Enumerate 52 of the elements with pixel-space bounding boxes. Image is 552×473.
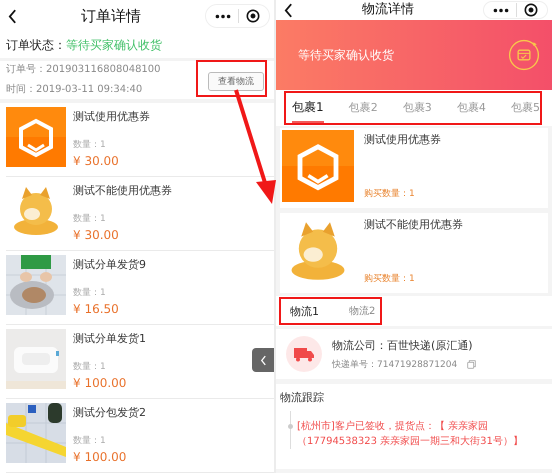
back-icon[interactable] [284, 2, 293, 18]
quantity-text: 购买数量：1 [364, 272, 416, 285]
product-name: 测试分包发货2 [73, 406, 146, 420]
package-tab[interactable]: 包裹4 [456, 94, 486, 122]
copy-icon[interactable] [467, 360, 476, 368]
product-name: 测试使用优惠券 [364, 133, 441, 147]
side-tab-button[interactable] [252, 348, 274, 372]
more-icon[interactable] [215, 14, 231, 18]
package-tab[interactable]: 包裹1 [292, 93, 324, 123]
logistics-tab[interactable]: 物流1 [290, 298, 319, 324]
page-title: 物流详情 [361, 2, 415, 18]
quantity-text: 数量：1 [73, 138, 107, 151]
quantity-text: 数量：1 [73, 360, 107, 373]
chevron-left-icon[interactable] [260, 354, 266, 366]
capsule-menu[interactable] [205, 4, 270, 28]
product-name: 测试不能使用优惠券 [364, 218, 463, 232]
product-name: 测试使用优惠券 [73, 110, 150, 124]
status-label: 订单状态： [6, 36, 66, 54]
back-icon[interactable] [8, 8, 17, 24]
product-name: 测试分单发货9 [73, 258, 146, 272]
capsule-menu[interactable] [483, 1, 548, 19]
quantity-text: 数量：1 [73, 434, 107, 447]
view-logistics-button[interactable]: 查看物流 [208, 72, 264, 91]
quantity-text: 数量：1 [73, 286, 107, 299]
target-icon[interactable] [524, 3, 538, 17]
price-text: ¥ 30.00 [73, 154, 120, 168]
timeline-dot [288, 424, 293, 429]
quantity-text: 数量：1 [73, 212, 107, 225]
product-name: 测试分单发货1 [73, 332, 146, 346]
target-icon[interactable] [246, 9, 260, 23]
page-title: 订单详情 [80, 6, 142, 26]
price-text: ¥ 16.50 [73, 302, 120, 316]
section-title: 物流跟踪 [280, 390, 325, 405]
package-tab[interactable]: 包裹2 [348, 94, 378, 122]
tracking-number: 快递单号：71471928871204 [332, 358, 458, 370]
product-name: 测试不能使用优惠券 [73, 184, 172, 198]
truck-icon [286, 336, 322, 372]
tracking-event: [杭州市]客户已签收，提货点：【 亲亲家园（17794538323 亲亲家园一期三和大街31号）】 [297, 420, 524, 449]
package-tab[interactable]: 包裹5 [510, 94, 540, 122]
order-time: 时间：2019-03-11 09:34:40 [6, 84, 144, 96]
logistics-tab[interactable]: 物流2 [349, 298, 376, 324]
price-text: ¥ 100.00 [73, 376, 128, 390]
more-icon[interactable] [493, 8, 509, 12]
carrier-company: 物流公司：百世快递(原汇通) [332, 338, 474, 352]
quantity-text: 购买数量：1 [364, 188, 416, 200]
banner-status-text: 等待买家确认收货 [298, 46, 394, 64]
order-number: 订单号：201903116808048100 [6, 64, 161, 76]
status-value: 等待买家确认收货 [66, 36, 162, 54]
price-text: ¥ 30.00 [73, 228, 120, 242]
package-tab[interactable]: 包裹3 [402, 94, 432, 122]
package-icon [508, 39, 540, 71]
price-text: ¥ 100.00 [73, 450, 128, 464]
